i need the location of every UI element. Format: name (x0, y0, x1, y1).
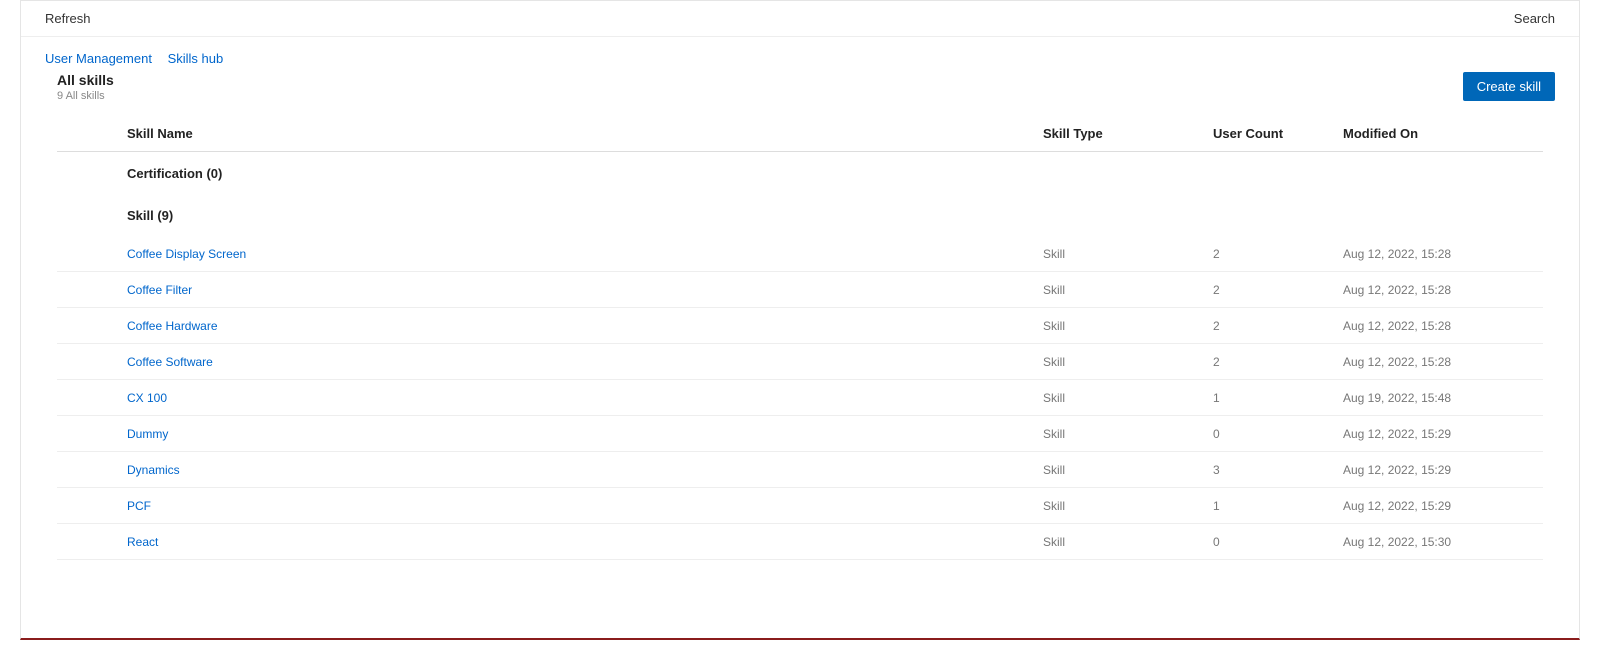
skill-name-link[interactable]: Dummy (127, 427, 168, 441)
skill-name-link[interactable]: PCF (127, 499, 151, 513)
column-header-modified-on[interactable]: Modified On (1343, 126, 1543, 141)
skill-type-cell: Skill (1043, 535, 1213, 549)
skill-name-link[interactable]: Coffee Display Screen (127, 247, 246, 261)
app-frame: Refresh Search User Management Skills hu… (20, 0, 1580, 640)
skill-name-link[interactable]: React (127, 535, 158, 549)
skill-type-cell: Skill (1043, 499, 1213, 513)
column-header-skill-name[interactable]: Skill Name (127, 126, 1043, 141)
breadcrumb-item-skills-hub[interactable]: Skills hub (168, 51, 224, 66)
modified-on-cell: Aug 12, 2022, 15:30 (1343, 535, 1543, 549)
grid-body: Certification (0) Skill (9) Coffee Display… (57, 152, 1543, 560)
page-title: All skills (57, 72, 114, 88)
user-count-cell: 1 (1213, 499, 1343, 513)
column-header-row: Skill Name Skill Type User Count Modifie… (57, 116, 1543, 152)
table-row[interactable]: Dynamics Skill3Aug 12, 2022, 15:29 (57, 452, 1543, 488)
table-row[interactable]: Coffee Hardware Skill2Aug 12, 2022, 15:28 (57, 308, 1543, 344)
user-count-cell: 0 (1213, 535, 1343, 549)
command-bar: Refresh Search (21, 1, 1579, 37)
table-row[interactable]: Coffee Display Screen Skill2Aug 12, 2022,… (57, 236, 1543, 272)
skill-type-cell: Skill (1043, 463, 1213, 477)
breadcrumb: User Management Skills hub (21, 37, 1579, 66)
group-label: Skill (9) (127, 208, 1043, 223)
skill-type-cell: Skill (1043, 391, 1213, 405)
user-count-cell: 0 (1213, 427, 1343, 441)
user-count-cell: 2 (1213, 355, 1343, 369)
user-count-cell: 3 (1213, 463, 1343, 477)
column-header-user-count[interactable]: User Count (1213, 126, 1343, 141)
skill-name-link[interactable]: Dynamics (127, 463, 180, 477)
user-count-cell: 2 (1213, 319, 1343, 333)
skill-type-cell: Skill (1043, 355, 1213, 369)
table-row[interactable]: Coffee Software Skill2Aug 12, 2022, 15:28 (57, 344, 1543, 380)
group-label: Certification (0) (127, 166, 1043, 181)
group-header[interactable]: Skill (9) (57, 194, 1543, 236)
search-button[interactable]: Search (1514, 11, 1555, 26)
table-row[interactable]: Coffee Filter Skill2Aug 12, 2022, 15:28 (57, 272, 1543, 308)
modified-on-cell: Aug 12, 2022, 15:29 (1343, 499, 1543, 513)
modified-on-cell: Aug 12, 2022, 15:28 (1343, 319, 1543, 333)
group-header[interactable]: Certification (0) (57, 152, 1543, 194)
user-count-cell: 2 (1213, 283, 1343, 297)
page-header: All skills 9 All skills Create skill (21, 66, 1579, 116)
user-count-cell: 2 (1213, 247, 1343, 261)
modified-on-cell: Aug 12, 2022, 15:28 (1343, 247, 1543, 261)
create-skill-button[interactable]: Create skill (1463, 72, 1555, 101)
skill-type-cell: Skill (1043, 283, 1213, 297)
modified-on-cell: Aug 12, 2022, 15:28 (1343, 355, 1543, 369)
skill-name-link[interactable]: Coffee Software (127, 355, 213, 369)
skill-type-cell: Skill (1043, 427, 1213, 441)
skill-name-link[interactable]: Coffee Hardware (127, 319, 218, 333)
table-row[interactable]: React Skill0Aug 12, 2022, 15:30 (57, 524, 1543, 560)
column-header-skill-type[interactable]: Skill Type (1043, 126, 1213, 141)
modified-on-cell: Aug 12, 2022, 15:29 (1343, 427, 1543, 441)
skills-grid: Skill Name Skill Type User Count Modifie… (21, 116, 1579, 560)
table-row[interactable]: PCF Skill1Aug 12, 2022, 15:29 (57, 488, 1543, 524)
modified-on-cell: Aug 12, 2022, 15:28 (1343, 283, 1543, 297)
modified-on-cell: Aug 19, 2022, 15:48 (1343, 391, 1543, 405)
table-row[interactable]: CX 100 Skill1Aug 19, 2022, 15:48 (57, 380, 1543, 416)
skill-type-cell: Skill (1043, 319, 1213, 333)
breadcrumb-item-user-management[interactable]: User Management (45, 51, 152, 66)
skill-name-link[interactable]: Coffee Filter (127, 283, 192, 297)
table-row[interactable]: Dummy Skill0Aug 12, 2022, 15:29 (57, 416, 1543, 452)
modified-on-cell: Aug 12, 2022, 15:29 (1343, 463, 1543, 477)
skill-type-cell: Skill (1043, 247, 1213, 261)
refresh-button[interactable]: Refresh (45, 11, 91, 26)
user-count-cell: 1 (1213, 391, 1343, 405)
skill-name-link[interactable]: CX 100 (127, 391, 167, 405)
page-subtitle: 9 All skills (57, 90, 114, 102)
